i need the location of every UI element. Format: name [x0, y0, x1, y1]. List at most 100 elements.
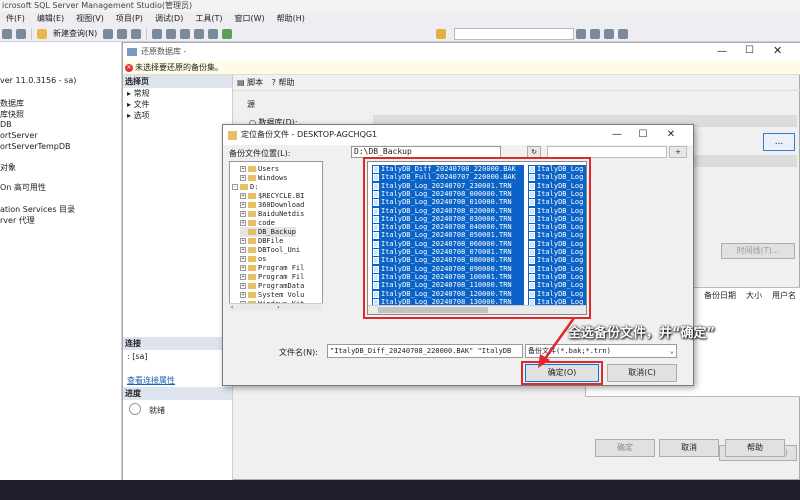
paste-icon[interactable]	[180, 28, 191, 39]
toolbar-icon[interactable]	[16, 28, 26, 39]
file-icon	[373, 224, 379, 232]
expand-icon[interactable]: +	[240, 247, 246, 253]
toolbar-icon[interactable]	[618, 28, 629, 39]
expand-icon[interactable]: +	[240, 211, 246, 217]
tree-item-label: Program Fil	[258, 264, 305, 272]
folder-icon	[248, 166, 256, 172]
progress-header: 进度	[123, 387, 232, 400]
expand-icon[interactable]: +	[240, 292, 246, 298]
help-icon: ?	[271, 78, 276, 87]
toolbar-icon[interactable]	[103, 28, 114, 39]
locate-cancel-button[interactable]: 取消(C)	[607, 364, 677, 382]
browse-device-button[interactable]: ...	[763, 133, 795, 151]
redo-icon[interactable]	[208, 28, 219, 39]
toolbar-icon[interactable]	[117, 28, 128, 39]
menu-help[interactable]: 帮助(H)	[271, 12, 311, 26]
minimize-icon[interactable]: —	[605, 125, 629, 145]
col-user[interactable]: 用户名	[772, 290, 796, 301]
toolbar-icon[interactable]	[590, 28, 601, 39]
menu-tools[interactable]: 工具(T)	[189, 12, 228, 26]
cut-icon[interactable]	[152, 28, 163, 39]
page-general[interactable]: ▸ 常规	[123, 88, 232, 99]
oe-db[interactable]: DB	[0, 120, 12, 129]
restore-ok-button[interactable]: 确定	[595, 439, 655, 457]
folder-icon	[248, 274, 256, 280]
connection-panel: 连接 : [sa] 查看连接属性	[123, 337, 233, 387]
script-button[interactable]: 脚本	[247, 78, 263, 87]
tree-item-label: Program Fil	[258, 273, 305, 281]
page-files[interactable]: ▸ 文件	[123, 99, 232, 110]
source-label: 源	[247, 100, 255, 109]
file-list[interactable]: ItalyDB_Diff_20240708_220000.BAK ItalyDB_…	[367, 161, 587, 315]
undo-icon[interactable]	[194, 28, 205, 39]
expand-icon[interactable]	[240, 229, 246, 235]
expand-icon[interactable]: +	[240, 175, 246, 181]
maximize-icon[interactable]: ☐	[745, 45, 754, 56]
spinner-icon	[129, 403, 141, 415]
menu-project[interactable]: 项目(P)	[110, 12, 149, 26]
toolbar-icon[interactable]	[131, 28, 142, 39]
expand-icon[interactable]: +	[240, 166, 246, 172]
restore-toolbar: ▤ 脚本 ? 帮助	[233, 75, 800, 91]
col-backup-date[interactable]: 备份日期	[704, 290, 736, 301]
new-query-button[interactable]: 新建查询(N)	[53, 28, 97, 39]
minimize-icon[interactable]: —	[717, 46, 727, 57]
menu-window[interactable]: 窗口(W)	[228, 12, 270, 26]
locate-backup-dialog: 定位备份文件 - DESKTOP-AGCHQG1 — ☐ ✕ 备份文件位置(L)…	[222, 124, 694, 386]
file-name: ItalyDB_Log_20240708_080000.TRN	[381, 256, 512, 265]
tree-hscrollbar[interactable]: ‹ ›	[229, 303, 323, 311]
close-icon[interactable]: ✕	[659, 125, 683, 145]
toolbar-separator	[31, 27, 32, 40]
expand-icon[interactable]: +	[240, 283, 246, 289]
oe-reportserver[interactable]: ortServer	[0, 131, 38, 140]
file-icon	[529, 273, 535, 281]
restore-cancel-button[interactable]: 取消	[659, 439, 719, 457]
expand-icon[interactable]: +	[240, 274, 246, 280]
filename-input[interactable]: "ItalyDB_Diff_20240708_220000.BAK" "Ital…	[327, 344, 523, 358]
oe-snapshots[interactable]: 库快照	[0, 109, 24, 120]
oe-databases[interactable]: 数据库	[0, 98, 24, 109]
expand-icon[interactable]: +	[240, 256, 246, 262]
copy-icon[interactable]	[166, 28, 177, 39]
view-connection-properties-link[interactable]: 查看连接属性	[123, 363, 232, 386]
oe-alwayson[interactable]: On 高可用性	[0, 182, 46, 193]
maximize-icon[interactable]: ☐	[631, 125, 655, 145]
scrollbar-thumb[interactable]	[378, 307, 488, 313]
toolbar-icon[interactable]	[576, 28, 587, 39]
expand-icon[interactable]: +	[240, 193, 246, 199]
oe-integration[interactable]: ation Services 目录	[0, 204, 75, 215]
menu-view[interactable]: 视图(V)	[70, 12, 110, 26]
file-icon	[373, 290, 379, 298]
database-combo[interactable]	[454, 27, 575, 40]
close-icon[interactable]: ✕	[773, 44, 782, 57]
expand-icon[interactable]: +	[240, 220, 246, 226]
toolbar-separator	[146, 27, 148, 40]
expand-icon[interactable]: -	[232, 184, 238, 190]
oe-reportservertemp[interactable]: ortServerTempDB	[0, 142, 71, 151]
oe-server[interactable]: ver 11.0.3156 - sa)	[0, 76, 76, 85]
file-list-hscrollbar[interactable]	[368, 305, 586, 314]
restore-help-button[interactable]: 帮助	[725, 439, 785, 457]
expand-icon[interactable]: +	[240, 202, 246, 208]
menu-edit[interactable]: 编辑(E)	[31, 12, 70, 26]
page-options-label: 选项	[133, 111, 150, 120]
progress-panel: 进度 就绪	[123, 387, 233, 481]
search-icon[interactable]: +	[669, 146, 687, 158]
menu-file[interactable]: 件(F)	[0, 12, 31, 26]
file-name: ItalyDB_Log	[537, 264, 584, 273]
oe-agent[interactable]: rver 代理	[0, 215, 35, 226]
menu-debug[interactable]: 调试(D)	[149, 12, 189, 26]
expand-icon[interactable]: +	[240, 265, 246, 271]
start-icon[interactable]	[222, 28, 233, 39]
timeline-button[interactable]: 时间线(T)...	[721, 243, 795, 259]
toolbar-icon[interactable]	[604, 28, 615, 39]
database-icon	[436, 28, 447, 39]
file-name: ItalyDB_Log	[537, 248, 584, 256]
expand-icon[interactable]: +	[240, 238, 246, 244]
oe-objects[interactable]: 对象	[0, 162, 16, 173]
file-name: ItalyDB_Log_20240708_000000.TRN	[381, 189, 512, 198]
page-options[interactable]: ▸ 选项	[123, 110, 232, 121]
col-size[interactable]: 大小	[746, 290, 762, 301]
toolbar-icon[interactable]	[2, 28, 12, 39]
help-link[interactable]: 帮助	[278, 78, 294, 87]
